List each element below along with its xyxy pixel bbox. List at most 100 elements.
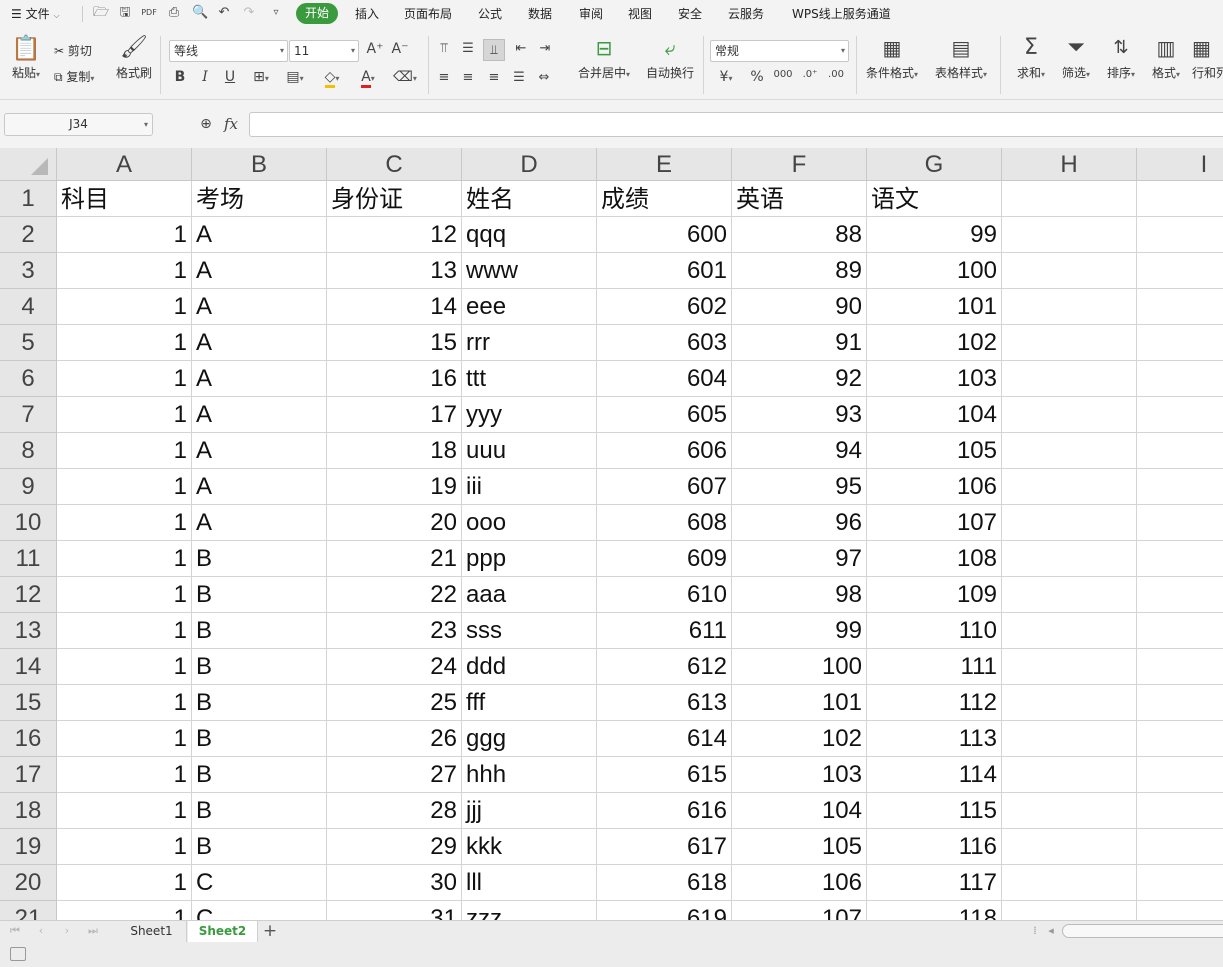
- cell-d[interactable]: ddd: [462, 649, 597, 685]
- row-header[interactable]: 8: [0, 433, 57, 469]
- row-header[interactable]: 7: [0, 397, 57, 433]
- cell-b[interactable]: A: [192, 505, 327, 541]
- column-header-e[interactable]: E: [597, 148, 732, 181]
- cell-e[interactable]: 601: [597, 253, 732, 289]
- cell-g[interactable]: 99: [867, 217, 1002, 253]
- cell-e[interactable]: 614: [597, 721, 732, 757]
- wrap-text-button[interactable]: ⤶ 自动换行: [644, 32, 696, 96]
- cell-e[interactable]: 605: [597, 397, 732, 433]
- align-right-icon[interactable]: ≡: [486, 71, 502, 84]
- cell-empty[interactable]: [1002, 721, 1137, 757]
- align-left-icon[interactable]: ≡: [436, 71, 452, 84]
- cell-e[interactable]: 611: [597, 613, 732, 649]
- cell-f[interactable]: 88: [732, 217, 867, 253]
- cell-empty[interactable]: [1137, 613, 1223, 649]
- column-header-d[interactable]: D: [462, 148, 597, 181]
- file-menu[interactable]: ☰ 文件 ⌵: [11, 0, 60, 28]
- cell-a[interactable]: 1: [57, 289, 192, 325]
- cell-c[interactable]: 29: [327, 829, 462, 865]
- cell-empty[interactable]: [1002, 829, 1137, 865]
- cell-b[interactable]: B: [192, 829, 327, 865]
- row-header[interactable]: 9: [0, 469, 57, 505]
- next-sheet-icon[interactable]: ›: [60, 923, 74, 939]
- cell-d[interactable]: www: [462, 253, 597, 289]
- font-name-select[interactable]: 等线 ▾: [169, 40, 288, 62]
- merge-center-button[interactable]: ⊟ 合并居中▾: [575, 32, 633, 96]
- align-center-icon[interactable]: ≡: [460, 71, 476, 84]
- cell-empty[interactable]: [1137, 829, 1223, 865]
- split-handle-icon[interactable]: ⁞: [1028, 923, 1042, 939]
- cell-e[interactable]: 607: [597, 469, 732, 505]
- cell-c[interactable]: 19: [327, 469, 462, 505]
- cell-g[interactable]: 104: [867, 397, 1002, 433]
- cell-f[interactable]: 97: [732, 541, 867, 577]
- cell-e[interactable]: 618: [597, 865, 732, 901]
- cell-empty[interactable]: [1137, 253, 1223, 289]
- cell-empty[interactable]: [1137, 721, 1223, 757]
- cell-f[interactable]: 103: [732, 757, 867, 793]
- cell-empty[interactable]: [1002, 541, 1137, 577]
- column-header-b[interactable]: B: [192, 148, 327, 181]
- last-sheet-icon[interactable]: ⏭: [86, 923, 100, 939]
- row-header[interactable]: 13: [0, 613, 57, 649]
- tab-insert[interactable]: 插入: [355, 0, 379, 28]
- cell-f[interactable]: 99: [732, 613, 867, 649]
- cell-a[interactable]: 1: [57, 361, 192, 397]
- cell-i1[interactable]: [1137, 181, 1223, 217]
- cell-empty[interactable]: [1137, 325, 1223, 361]
- column-header-i[interactable]: I: [1137, 148, 1223, 181]
- row-header[interactable]: 18: [0, 793, 57, 829]
- cell-empty[interactable]: [1002, 649, 1137, 685]
- cell-c[interactable]: 21: [327, 541, 462, 577]
- cell-d[interactable]: yyy: [462, 397, 597, 433]
- filter-button[interactable]: ⏷ 筛选▾: [1057, 32, 1095, 96]
- cell-g[interactable]: 108: [867, 541, 1002, 577]
- tab-cloud-services[interactable]: 云服务: [728, 0, 764, 28]
- tab-page-layout[interactable]: 页面布局: [404, 0, 452, 28]
- cell-b[interactable]: B: [192, 649, 327, 685]
- cell-c[interactable]: 23: [327, 613, 462, 649]
- cell-f[interactable]: 96: [732, 505, 867, 541]
- cell-b1[interactable]: 考场: [192, 181, 327, 217]
- cell-b[interactable]: B: [192, 685, 327, 721]
- cell-e[interactable]: 608: [597, 505, 732, 541]
- cell-d[interactable]: zzz: [462, 901, 597, 920]
- cell-g[interactable]: 115: [867, 793, 1002, 829]
- cell-b[interactable]: C: [192, 901, 327, 920]
- decrease-indent-icon[interactable]: ⇤: [513, 42, 529, 55]
- decrease-font-icon[interactable]: A⁻: [391, 42, 409, 56]
- cell-a[interactable]: 1: [57, 613, 192, 649]
- cell-empty[interactable]: [1002, 361, 1137, 397]
- cell-f1[interactable]: 英语: [732, 181, 867, 217]
- cell-f[interactable]: 100: [732, 649, 867, 685]
- cell-g[interactable]: 112: [867, 685, 1002, 721]
- copy-button[interactable]: ⧉ 复制▾: [54, 68, 94, 86]
- cell-empty[interactable]: [1137, 541, 1223, 577]
- row-header[interactable]: 12: [0, 577, 57, 613]
- cell-empty[interactable]: [1137, 757, 1223, 793]
- cell-c[interactable]: 20: [327, 505, 462, 541]
- cell-e[interactable]: 615: [597, 757, 732, 793]
- cell-f[interactable]: 95: [732, 469, 867, 505]
- cell-d[interactable]: aaa: [462, 577, 597, 613]
- add-sheet-icon[interactable]: +: [261, 921, 279, 942]
- cell-empty[interactable]: [1137, 649, 1223, 685]
- cell-g[interactable]: 105: [867, 433, 1002, 469]
- cell-b[interactable]: A: [192, 469, 327, 505]
- cell-f[interactable]: 94: [732, 433, 867, 469]
- align-middle-icon[interactable]: ☰: [460, 42, 476, 55]
- cell-b[interactable]: A: [192, 325, 327, 361]
- paste-button[interactable]: 📋 粘贴▾: [8, 32, 44, 96]
- cell-a[interactable]: 1: [57, 793, 192, 829]
- cell-a[interactable]: 1: [57, 253, 192, 289]
- cell-d[interactable]: kkk: [462, 829, 597, 865]
- cut-button[interactable]: ✂ 剪切: [54, 42, 92, 60]
- cell-f[interactable]: 91: [732, 325, 867, 361]
- cell-f[interactable]: 102: [732, 721, 867, 757]
- cell-d[interactable]: ttt: [462, 361, 597, 397]
- cell-d[interactable]: lll: [462, 865, 597, 901]
- cell-empty[interactable]: [1002, 685, 1137, 721]
- cell-b[interactable]: A: [192, 217, 327, 253]
- row-header[interactable]: 1: [0, 181, 57, 217]
- cell-c[interactable]: 27: [327, 757, 462, 793]
